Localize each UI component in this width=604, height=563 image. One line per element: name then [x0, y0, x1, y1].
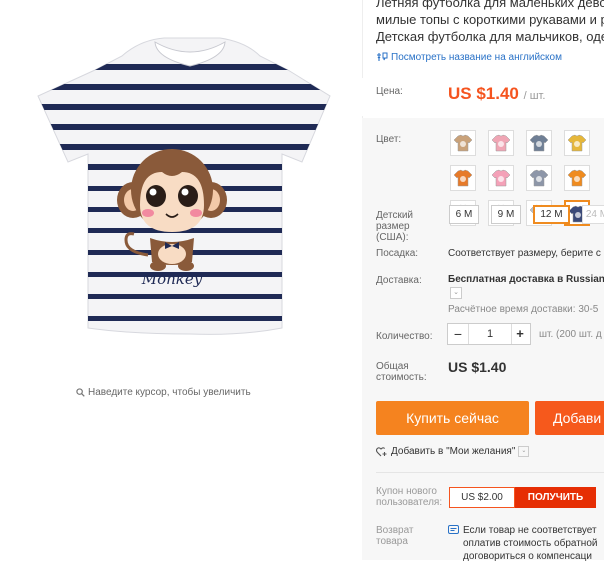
- coupon-amount: US $2.00: [449, 487, 515, 508]
- tshirt-icon: [453, 134, 473, 152]
- quantity-label: Количество:: [376, 331, 433, 342]
- color-swatch-grey-cat[interactable]: [526, 130, 552, 156]
- total-label: Общая стоимость:: [376, 361, 427, 383]
- get-coupon-button[interactable]: ПОЛУЧИТЬ: [515, 487, 596, 508]
- buy-now-button[interactable]: Купить сейчас: [376, 401, 529, 435]
- tshirt-icon: [567, 134, 587, 152]
- shipping-time: Расчётное время доставки: 30-5: [448, 304, 599, 315]
- translate-link-text: Посмотреть название на английском: [391, 52, 562, 63]
- quantity-input[interactable]: 1: [468, 324, 512, 344]
- returns-line: Если товар не соответствует: [463, 525, 597, 536]
- magnifier-icon: [76, 387, 88, 398]
- returns-line: оплатив стоимость обратной: [463, 538, 598, 549]
- color-label: Цвет:: [376, 134, 402, 145]
- color-swatch-grey-monkey[interactable]: [526, 165, 552, 191]
- color-swatch-yellow-bear[interactable]: [564, 130, 590, 156]
- coupon-label: Купон нового пользователя:: [376, 486, 443, 508]
- size-option-6m[interactable]: 6 M: [449, 205, 479, 224]
- heart-plus-icon: [375, 446, 391, 457]
- chevron-down-icon[interactable]: ⌄: [450, 287, 462, 299]
- tshirt-icon: [529, 134, 549, 152]
- total-value: US $1.40: [448, 359, 507, 375]
- size-option-9m[interactable]: 9 M: [491, 205, 521, 224]
- translate-icon: [376, 52, 391, 63]
- shipping-value[interactable]: Бесплатная доставка в Russian: [448, 274, 604, 285]
- zoom-hint: Наведите курсор, чтобы увеличить: [76, 387, 251, 398]
- zoom-hint-text: Наведите курсор, чтобы увеличить: [88, 387, 251, 398]
- color-swatch-white-brown-bear[interactable]: [450, 130, 476, 156]
- shipping-label: Доставка:: [376, 275, 422, 286]
- product-title-line: милые топы с короткими рукавами и р: [376, 12, 604, 27]
- shirt-print-text: Monkey: [141, 270, 203, 288]
- returns-line: договориться о компенсаци: [463, 551, 592, 562]
- color-swatch-pink-cartoon[interactable]: [488, 130, 514, 156]
- color-swatch-orange-fox[interactable]: [564, 165, 590, 191]
- tshirt-icon: [491, 134, 511, 152]
- returns-text: Если товар не соответствует оплатив стои…: [448, 524, 604, 563]
- divider: [376, 472, 604, 473]
- size-label: Детский размер (США):: [376, 210, 414, 243]
- tshirt-icon: [453, 169, 473, 187]
- quantity-stepper: − 1 +: [447, 323, 531, 345]
- product-title-line: Летняя футболка для маленьких девоч: [376, 0, 604, 10]
- color-swatch-white-fox[interactable]: [450, 165, 476, 191]
- fit-label: Посадка:: [376, 248, 419, 259]
- translate-link[interactable]: Посмотреть название на английском: [376, 52, 562, 63]
- color-swatch-pink-bunny[interactable]: [488, 165, 514, 191]
- price-unit: / шт.: [523, 90, 546, 102]
- product-title: Летняя футболка для маленьких девоч милы…: [376, 0, 604, 45]
- product-image[interactable]: Monkey: [0, 0, 362, 370]
- tshirt-icon: [491, 169, 511, 187]
- chevron-down-icon[interactable]: ⌄: [518, 446, 530, 457]
- price-amount: US $1.40: [448, 84, 519, 103]
- tshirt-icon: [529, 169, 549, 187]
- product-title-line: Детская футболка для мальчиков, оде: [376, 29, 604, 44]
- size-option-12m[interactable]: 12 M: [533, 205, 570, 224]
- fit-value: Соответствует размеру, берите с: [448, 248, 601, 259]
- size-option-24m: 24 M: [582, 205, 604, 224]
- wishlist-label: Добавить в "Мои желания": [391, 446, 516, 458]
- price-label: Цена:: [376, 86, 403, 97]
- returns-label: Возврат товара: [376, 525, 414, 547]
- wishlist-link[interactable]: Добавить в "Мои желания" ⌄: [375, 446, 530, 458]
- price-value: US $1.40 / шт.: [448, 84, 545, 104]
- plus-icon[interactable]: +: [510, 324, 530, 344]
- minus-icon[interactable]: −: [448, 324, 468, 344]
- shield-icon: [448, 525, 463, 536]
- tshirt-icon: [567, 169, 587, 187]
- quantity-available: шт. (200 шт. д: [539, 329, 602, 340]
- add-to-cart-button[interactable]: Добави: [535, 401, 604, 435]
